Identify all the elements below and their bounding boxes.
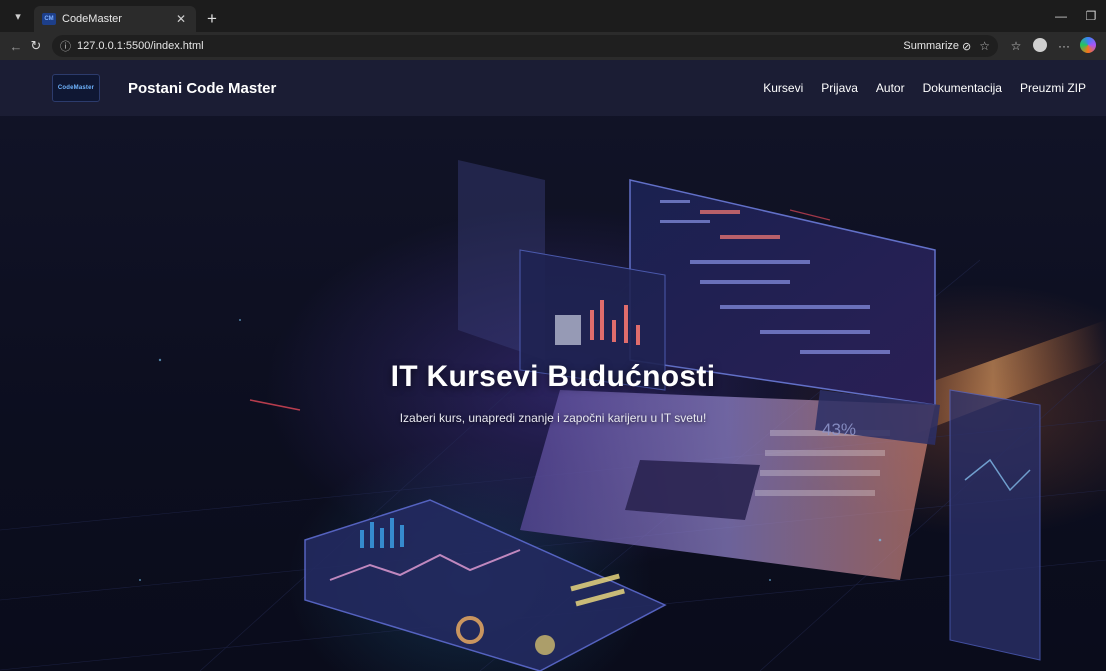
hero-title: IT Kursevi Budućnosti: [390, 360, 716, 393]
favicon-icon: CM: [42, 13, 56, 25]
browser-tab-bar: ▾ CM CodeMaster ✕ + — ❐: [0, 0, 1106, 32]
new-tab-plus-icon[interactable]: +: [200, 6, 224, 32]
reload-icon[interactable]: ↻: [26, 38, 46, 54]
browser-tab[interactable]: CM CodeMaster ✕: [34, 6, 196, 32]
site-navbar: CodeMaster Postani Code Master Kursevi P…: [0, 60, 1106, 116]
url-text: 127.0.0.1:5500/index.html: [77, 40, 204, 52]
more-menu-icon[interactable]: ···: [1052, 39, 1076, 53]
browser-address-bar: ← ↻ ⓘ 127.0.0.1:5500/index.html Summariz…: [0, 32, 1106, 60]
window-controls: — ❐: [1046, 0, 1106, 32]
main-menu: Kursevi Prijava Autor Dokumentacija Preu…: [745, 81, 1086, 95]
nav-link-prijava[interactable]: Prijava: [821, 81, 858, 95]
summarize-button[interactable]: Summarize ⊘: [903, 40, 971, 53]
nav-link-dokumentacija[interactable]: Dokumentacija: [923, 81, 1002, 95]
site-info-icon[interactable]: ⓘ: [60, 38, 71, 54]
url-field[interactable]: ⓘ 127.0.0.1:5500/index.html Summarize ⊘ …: [52, 35, 998, 57]
favorites-list-icon[interactable]: ☆: [1004, 39, 1028, 53]
profile-icon[interactable]: [1028, 37, 1052, 55]
summarize-icon: ⊘: [962, 40, 972, 53]
close-tab-icon[interactable]: ✕: [174, 12, 188, 26]
page-viewport: 43% CodeMaster Postani Code Master Kurse…: [0, 60, 1106, 671]
summarize-label: Summarize: [903, 40, 960, 52]
tab-list-chevron-icon[interactable]: ▾: [6, 4, 30, 28]
nav-link-kursevi[interactable]: Kursevi: [763, 81, 803, 95]
hero-subtitle: Izaberi kurs, unapredi znanje i započni …: [399, 411, 707, 425]
minimize-icon[interactable]: —: [1046, 9, 1076, 23]
back-arrow-icon[interactable]: ←: [6, 39, 26, 54]
favorite-star-icon[interactable]: ☆: [979, 39, 990, 53]
brand-title[interactable]: Postani Code Master: [128, 80, 276, 97]
nav-link-autor[interactable]: Autor: [876, 81, 905, 95]
copilot-icon[interactable]: [1076, 36, 1100, 56]
site-logo[interactable]: CodeMaster: [52, 74, 100, 102]
tab-title: CodeMaster: [62, 13, 122, 25]
nav-link-preuzmi-zip[interactable]: Preuzmi ZIP: [1020, 81, 1086, 95]
restore-icon[interactable]: ❐: [1076, 9, 1106, 23]
